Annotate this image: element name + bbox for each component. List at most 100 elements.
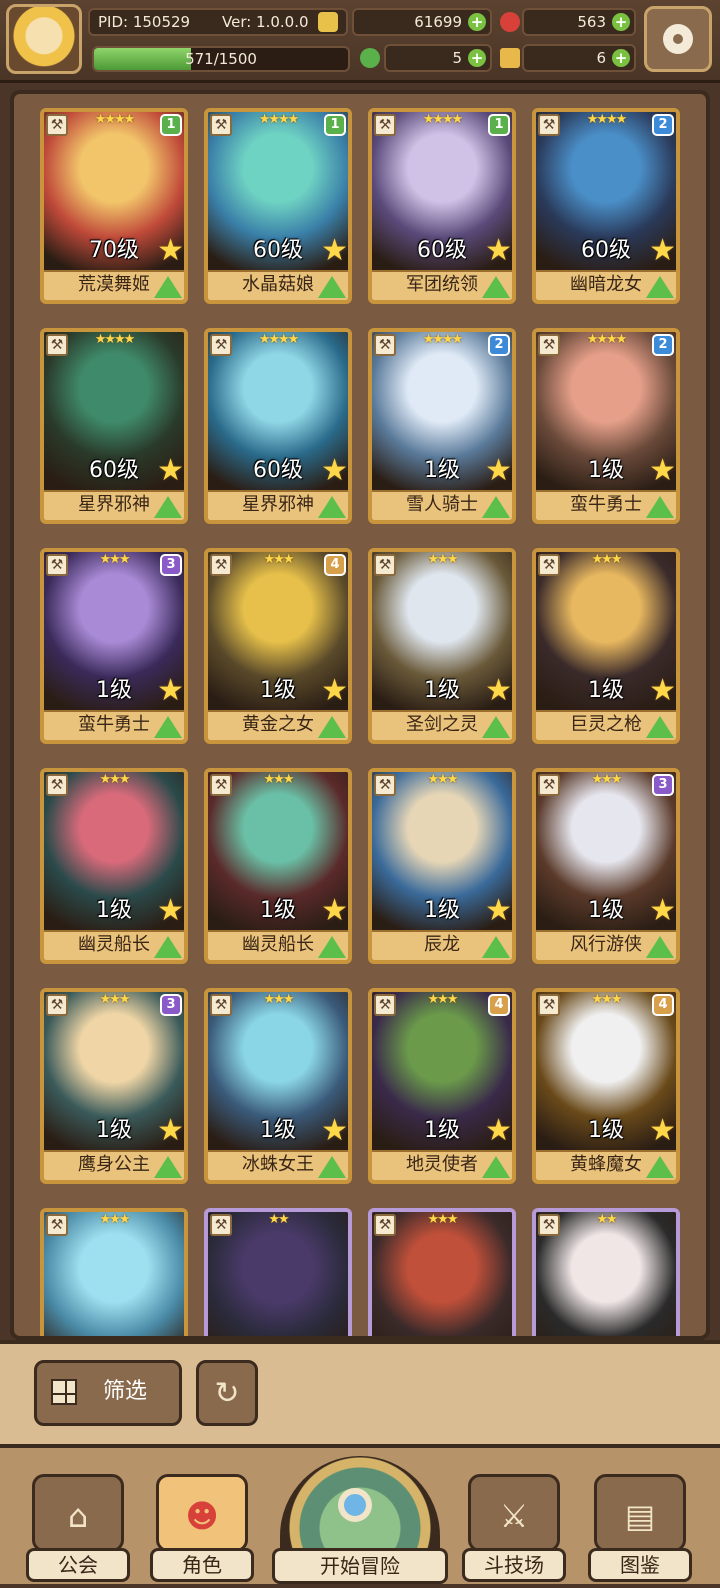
nav-start-adventure[interactable]: 开始冒险 xyxy=(272,1448,448,1588)
star-upgrade-icon[interactable]: ★ xyxy=(485,896,512,926)
add-gold-icon[interactable]: + xyxy=(468,13,486,31)
level-up-arrow-icon[interactable] xyxy=(482,716,510,738)
id-version-panel: PID: 150529 Ver: 1.0.0.0 xyxy=(88,8,348,36)
level-up-arrow-icon[interactable] xyxy=(646,276,674,298)
character-card[interactable]: ⚒ ★★★ 4 1级 ★ 黄蜂魔女 xyxy=(532,988,680,1184)
star-upgrade-icon[interactable]: ★ xyxy=(157,1116,184,1146)
player-avatar[interactable] xyxy=(6,4,82,74)
star-upgrade-icon[interactable]: ★ xyxy=(485,456,512,486)
character-card[interactable]: ⚒ ★★★★ 60级 ★ 星界邪神 xyxy=(204,328,352,524)
character-card[interactable]: ⚒ ★★★ 3 1级 ★ 鹰身公主 xyxy=(40,988,188,1184)
star-upgrade-icon[interactable]: ★ xyxy=(649,456,676,486)
character-card[interactable]: ⚒ ★★★ 1级 ★ 圣剑之灵 xyxy=(368,548,516,744)
star-upgrade-icon[interactable]: ★ xyxy=(321,896,348,926)
star-upgrade-icon[interactable]: ★ xyxy=(321,236,348,266)
top-bar: PID: 150529 Ver: 1.0.0.0 61699 + 563 + 5… xyxy=(0,0,720,83)
character-card[interactable]: ⚒ ★★★ 1级 ★ 辰龙 xyxy=(368,768,516,964)
character-card[interactable]: ⚒ ★★★★ 60级 ★ 星界邪神 xyxy=(40,328,188,524)
character-card[interactable]: ⚒ ★★★ 1级 ★ 幽灵船长 xyxy=(204,768,352,964)
add-ruby-icon[interactable]: + xyxy=(612,13,630,31)
character-card[interactable]: ⚒ ★★ xyxy=(204,1208,352,1336)
level-up-arrow-icon[interactable] xyxy=(154,1156,182,1178)
level-up-arrow-icon[interactable] xyxy=(482,1156,510,1178)
character-card[interactable]: ⚒ ★★★★ 1 60级 ★ 军团统领 xyxy=(368,108,516,304)
tier-badge: 1 xyxy=(488,114,510,136)
star-upgrade-icon[interactable]: ★ xyxy=(485,1116,512,1146)
character-card[interactable]: ⚒ ★★★★ 2 1级 ★ 蛮牛勇士 xyxy=(532,328,680,524)
level-up-arrow-icon[interactable] xyxy=(482,936,510,958)
character-card[interactable]: ⚒ ★★ xyxy=(532,1208,680,1336)
character-card[interactable]: ⚒ ★★★ 3 1级 ★ 蛮牛勇士 xyxy=(40,548,188,744)
star-upgrade-icon[interactable]: ★ xyxy=(649,676,676,706)
star-upgrade-icon[interactable]: ★ xyxy=(649,236,676,266)
crossed-swords-icon: ⚔ xyxy=(468,1474,560,1552)
level-up-arrow-icon[interactable] xyxy=(646,716,674,738)
refresh-button[interactable]: ↻ xyxy=(196,1360,258,1426)
gold-amount: 61699 xyxy=(414,13,462,31)
level-up-arrow-icon[interactable] xyxy=(646,1156,674,1178)
ruby-amount: 563 xyxy=(577,13,606,31)
character-card[interactable]: ⚒ ★★★★ 2 60级 ★ 幽暗龙女 xyxy=(532,108,680,304)
character-card[interactable]: ⚒ ★★★ 1级 ★ 幽灵船长 xyxy=(40,768,188,964)
level-up-arrow-icon[interactable] xyxy=(318,716,346,738)
character-card[interactable]: ⚒ ★★★ 1级 ★ 巨灵之枪 xyxy=(532,548,680,744)
level-up-arrow-icon[interactable] xyxy=(318,936,346,958)
character-card[interactable]: ⚒ ★★★★ 1 70级 ★ 荒漠舞姬 xyxy=(40,108,188,304)
nav-arena[interactable]: ⚔ 斗技场 xyxy=(462,1468,566,1582)
character-card[interactable]: ⚒ ★★★ 4 1级 ★ 地灵使者 xyxy=(368,988,516,1184)
star-upgrade-icon[interactable]: ★ xyxy=(157,236,184,266)
character-roster[interactable]: ⚒ ★★★★ 1 70级 ★ 荒漠舞姬 ⚒ ★★★★ 1 60级 ★ 水晶菇娘 ⚒ ★★★★ 1 60级 ★ 军团… xyxy=(10,90,710,1340)
star-upgrade-icon[interactable]: ★ xyxy=(157,896,184,926)
level-up-arrow-icon[interactable] xyxy=(482,276,510,298)
character-card[interactable]: ⚒ ★★★ xyxy=(368,1208,516,1336)
character-card[interactable]: ⚒ ★★★ 1级 ★ 冰蛛女王 xyxy=(204,988,352,1184)
nav-codex[interactable]: ▤ 图鉴 xyxy=(588,1468,692,1582)
character-card[interactable]: ⚒ ★★★ 4 1级 ★ 黄金之女 xyxy=(204,548,352,744)
star-upgrade-icon[interactable]: ★ xyxy=(485,676,512,706)
gear-icon xyxy=(663,24,693,54)
filter-button[interactable]: 筛选 xyxy=(34,1360,182,1426)
level-up-arrow-icon[interactable] xyxy=(646,496,674,518)
experience-text: 571/1500 xyxy=(185,50,257,68)
star-upgrade-icon[interactable]: ★ xyxy=(321,456,348,486)
nav-guild[interactable]: ⌂ 公会 xyxy=(26,1468,130,1582)
tier-badge: 1 xyxy=(160,114,182,136)
clover-amount: 5 xyxy=(452,49,462,67)
level-up-arrow-icon[interactable] xyxy=(154,276,182,298)
level-up-arrow-icon[interactable] xyxy=(154,496,182,518)
ruby-counter: 563 + xyxy=(522,8,636,36)
level-up-arrow-icon[interactable] xyxy=(318,1156,346,1178)
rarity-stars: ★★★ xyxy=(591,552,623,567)
level-up-arrow-icon[interactable] xyxy=(154,936,182,958)
level-up-arrow-icon[interactable] xyxy=(318,496,346,518)
add-clover-icon[interactable]: + xyxy=(468,49,486,67)
refresh-icon: ↻ xyxy=(214,1375,240,1411)
level-up-arrow-icon[interactable] xyxy=(154,716,182,738)
rarity-stars: ★★★ xyxy=(99,772,131,787)
nav-character[interactable]: ☻ 角色 xyxy=(150,1468,254,1582)
character-icon: ☻ xyxy=(156,1474,248,1552)
star-upgrade-icon[interactable]: ★ xyxy=(157,456,184,486)
level-up-arrow-icon[interactable] xyxy=(482,496,510,518)
star-upgrade-icon[interactable]: ★ xyxy=(157,676,184,706)
experience-bar: 571/1500 xyxy=(92,46,350,72)
ticket-amount: 6 xyxy=(596,49,606,67)
star-upgrade-icon[interactable]: ★ xyxy=(649,896,676,926)
tier-badge: 4 xyxy=(488,994,510,1016)
star-upgrade-icon[interactable]: ★ xyxy=(649,1116,676,1146)
settings-button[interactable] xyxy=(644,6,712,72)
star-upgrade-icon[interactable]: ★ xyxy=(321,676,348,706)
nav-arena-label: 斗技场 xyxy=(462,1548,566,1582)
character-card[interactable]: ⚒ ★★★ xyxy=(40,1208,188,1336)
ruby-icon xyxy=(500,12,520,32)
add-ticket-icon[interactable]: + xyxy=(612,49,630,67)
star-upgrade-icon[interactable]: ★ xyxy=(485,236,512,266)
level-up-arrow-icon[interactable] xyxy=(646,936,674,958)
character-card[interactable]: ⚒ ★★★ 3 1级 ★ 风行游侠 xyxy=(532,768,680,964)
character-card[interactable]: ⚒ ★★★★ 1 60级 ★ 水晶菇娘 xyxy=(204,108,352,304)
character-card[interactable]: ⚒ ★★★★ 2 1级 ★ 雪人骑士 xyxy=(368,328,516,524)
grid-icon xyxy=(51,1379,77,1405)
level-up-arrow-icon[interactable] xyxy=(318,276,346,298)
star-upgrade-icon[interactable]: ★ xyxy=(321,1116,348,1146)
version-label: Ver: 1.0.0.0 xyxy=(222,13,309,31)
